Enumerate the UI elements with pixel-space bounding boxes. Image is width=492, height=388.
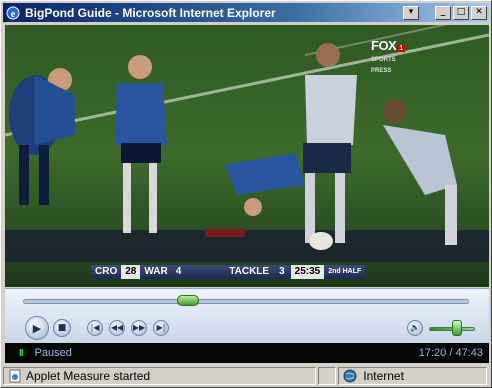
stop-button[interactable]: ■ [53, 319, 71, 337]
ie-status-bar: Applet Measure started Internet [3, 365, 491, 387]
ie-window: e BigPond Guide - Microsoft Internet Exp… [0, 0, 492, 388]
close-button[interactable]: ✕ [471, 5, 487, 20]
broadcaster-logo: FOX 1 SPORTS PRESS [371, 38, 406, 76]
status-message: Applet Measure started [26, 369, 151, 383]
window-title: BigPond Guide - Microsoft Internet Explo… [25, 5, 276, 20]
svg-text:e: e [11, 9, 16, 20]
team2-score: 4 [171, 265, 186, 279]
status-blank-panel [318, 367, 337, 385]
next-button[interactable]: ▶| [153, 320, 169, 336]
player-controls: ▶ ■ |◀ ◀◀ ▶▶ ▶| 🔈 [5, 288, 489, 343]
tackle-count: 3 [275, 265, 291, 279]
football [309, 232, 333, 250]
page-icon [8, 369, 22, 383]
playback-state: Paused [34, 347, 72, 359]
game-clock: 25:35 [290, 265, 325, 279]
mute-button[interactable]: 🔈 [407, 320, 423, 336]
playback-time: 17:20 / 47:43 [418, 347, 483, 359]
team2-name: WAR [140, 265, 172, 279]
maximize-button[interactable]: □ [453, 5, 469, 20]
security-zone-label: Internet [363, 369, 404, 383]
minimize-button[interactable]: _ [435, 5, 451, 20]
title-bar[interactable]: e BigPond Guide - Microsoft Internet Exp… [3, 3, 489, 22]
status-message-panel: Applet Measure started [3, 367, 317, 385]
broadcaster-logo-text: FOX [371, 38, 397, 53]
volume-thumb[interactable] [451, 320, 462, 336]
score-bar: CRO 28 WAR 4 TACKLE 3 25:35 2nd HALF [91, 265, 366, 279]
broadcaster-logo-subtext: SPORTS [371, 57, 396, 63]
game-period: 2nd HALF [324, 265, 366, 279]
play-button[interactable]: ▶ [25, 316, 49, 340]
seek-bar[interactable] [23, 299, 469, 304]
team1-score: 28 [121, 265, 141, 279]
fast-forward-button[interactable]: ▶▶ [131, 320, 147, 336]
ie-logo-icon: e [5, 5, 21, 21]
event-label: TACKLE [223, 265, 276, 279]
video-scene [5, 25, 489, 287]
previous-button[interactable]: |◀ [87, 320, 103, 336]
playback-status-strip: II Paused 17:20 / 47:43 [5, 343, 489, 363]
scorebar-spacer [185, 265, 224, 279]
seek-thumb[interactable] [177, 295, 200, 306]
system-menu-button[interactable]: ▾ [403, 5, 419, 20]
team1-name: CRO [91, 265, 122, 279]
security-zone-panel: Internet [338, 367, 488, 385]
broadcaster-logo-subtext-2: PRESS [371, 68, 392, 74]
rewind-button[interactable]: ◀◀ [109, 320, 125, 336]
globe-icon [343, 369, 357, 383]
pause-indicator-icon: II [19, 347, 23, 359]
video-frame[interactable]: FOX 1 SPORTS PRESS CRO 28 WAR 4 TACKLE 3 … [5, 25, 489, 287]
broadcaster-logo-badge: 1 [397, 45, 406, 52]
